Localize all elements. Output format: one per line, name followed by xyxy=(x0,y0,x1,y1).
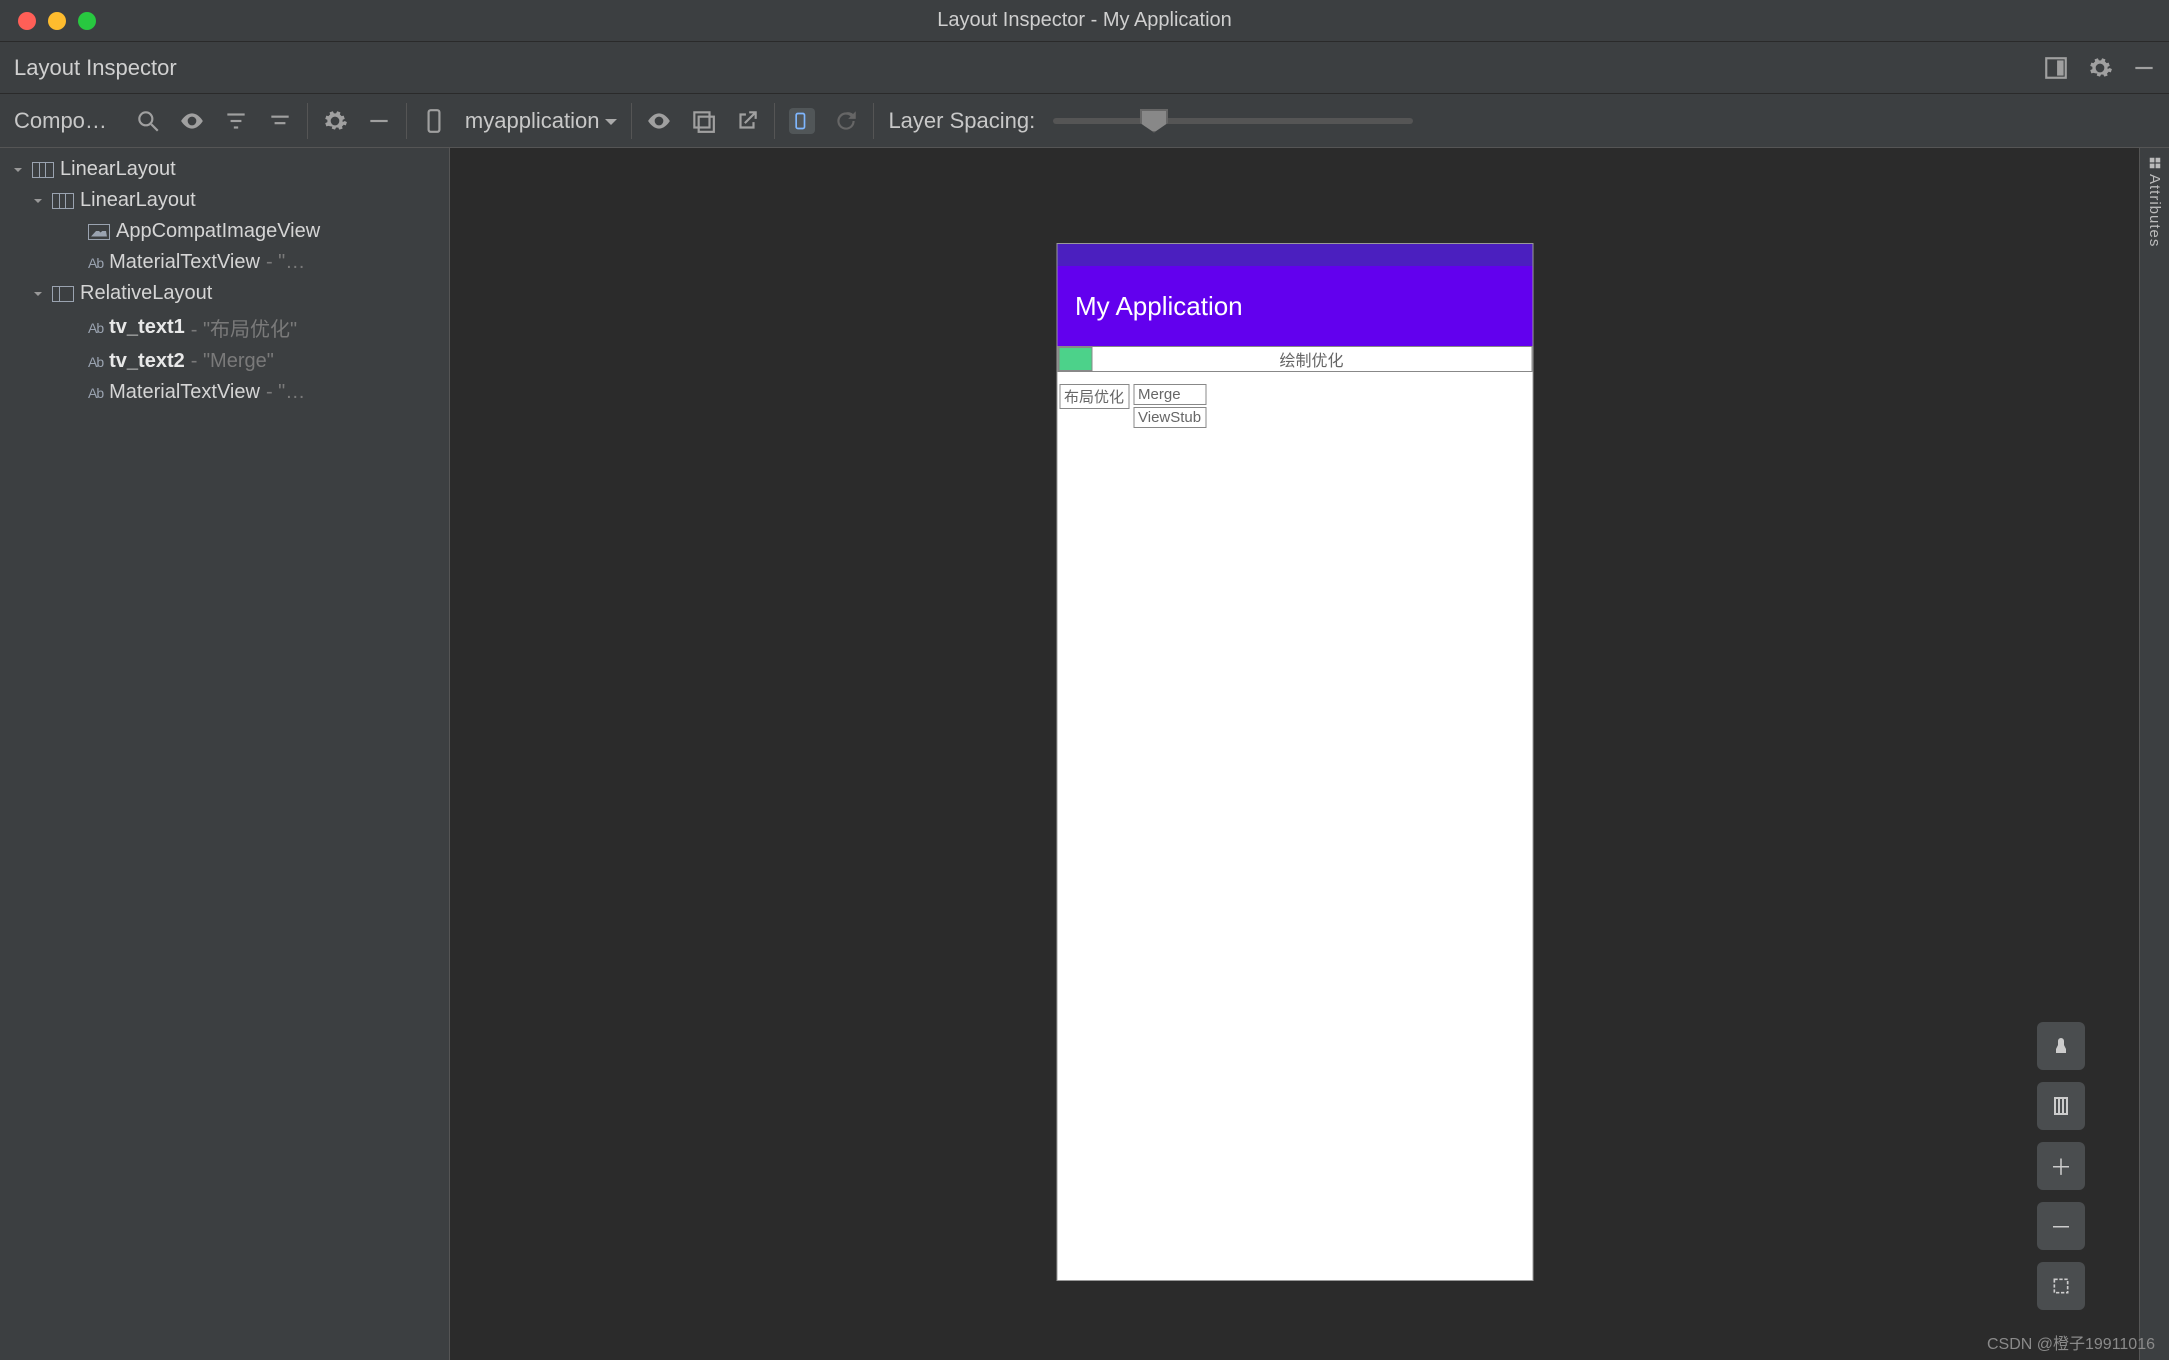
tv-text1-preview: 布局优化 xyxy=(1059,384,1129,409)
filter2-icon[interactable] xyxy=(267,108,293,134)
linearlayout-icon xyxy=(32,162,54,178)
watermark: CSDN @橙子19911016 xyxy=(1987,1330,2155,1354)
collapse-icon[interactable] xyxy=(366,108,392,134)
zoom-fit-button[interactable] xyxy=(2037,1262,2085,1310)
window-controls xyxy=(0,12,96,30)
chevron-down-icon[interactable] xyxy=(10,162,26,178)
tree-node-imageview[interactable]: AppCompatImageView xyxy=(4,216,445,247)
preview-row-2: 布局优化 Merge ViewStub xyxy=(1057,384,1532,428)
tree-node-materialtextview[interactable]: Ab MaterialTextView - "… xyxy=(4,247,445,278)
filter-icon[interactable] xyxy=(223,108,249,134)
layer-spacing-slider[interactable] xyxy=(1053,101,1413,141)
tree-node-linear[interactable]: LinearLayout xyxy=(4,185,445,216)
rotate-3d-button[interactable] xyxy=(2037,1082,2085,1130)
refresh-icon[interactable] xyxy=(833,108,859,134)
tree-node-root[interactable]: LinearLayout xyxy=(4,154,445,185)
eye-icon[interactable] xyxy=(179,108,205,134)
node-label: AppCompatImageView xyxy=(116,220,320,243)
app-bar: My Application xyxy=(1057,266,1532,346)
layer-spacing-label: Layer Spacing: xyxy=(888,108,1035,134)
window-title: Layout Inspector - My Application xyxy=(937,9,1232,32)
text-icon: Ab xyxy=(88,255,103,271)
viewstub-preview: ViewStub xyxy=(1133,407,1206,428)
component-tree-panel: LinearLayout LinearLayout AppCompatImage… xyxy=(0,148,450,1360)
image-icon xyxy=(88,224,110,240)
node-label: LinearLayout xyxy=(60,158,176,181)
device-icon[interactable] xyxy=(421,108,447,134)
layout-canvas[interactable]: My Application 绘制优化 布局优化 Merge ViewStub … xyxy=(450,148,2139,1360)
tool-window-title: Layout Inspector xyxy=(0,55,177,81)
titlebar: Layout Inspector - My Application xyxy=(0,0,2169,42)
tool-window-header: Layout Inspector xyxy=(0,42,2169,94)
linearlayout-icon xyxy=(52,193,74,209)
tree-node-relativelayout[interactable]: RelativeLayout xyxy=(4,278,445,309)
node-label: MaterialTextView xyxy=(109,251,260,274)
app-title: My Application xyxy=(1075,291,1243,322)
gear-icon[interactable] xyxy=(2087,55,2113,81)
close-window-button[interactable] xyxy=(18,12,36,30)
device-preview[interactable]: My Application 绘制优化 布局优化 Merge ViewStub xyxy=(1057,244,1532,1280)
row1-text: 绘制优化 xyxy=(1092,347,1531,371)
node-label: RelativeLayout xyxy=(80,282,212,305)
snapshot-icon[interactable] xyxy=(690,108,716,134)
node-suffix: - "Merge" xyxy=(191,350,274,373)
component-tree-label: Compo… xyxy=(14,108,107,134)
export-icon[interactable] xyxy=(734,108,760,134)
text-icon: Ab xyxy=(88,385,103,401)
chevron-down-icon[interactable] xyxy=(30,193,46,209)
preview-row-1: 绘制优化 xyxy=(1057,346,1532,372)
tv-text2-preview: Merge xyxy=(1133,384,1206,405)
chevron-down-icon[interactable] xyxy=(30,286,46,302)
attributes-icon xyxy=(2148,156,2162,170)
node-suffix: - "布局优化" xyxy=(191,313,297,342)
node-label: LinearLayout xyxy=(80,189,196,212)
text-icon: Ab xyxy=(88,320,103,336)
attributes-label: Attributes xyxy=(2146,174,2163,247)
node-label: tv_text1 xyxy=(109,316,185,339)
process-dropdown[interactable]: myapplication xyxy=(465,108,618,134)
node-label: tv_text2 xyxy=(109,350,185,373)
tree-node-tv-text1[interactable]: Ab tv_text1 - "布局优化" xyxy=(4,309,445,346)
text-icon: Ab xyxy=(88,354,103,370)
zoom-out-button[interactable]: － xyxy=(2037,1202,2085,1250)
node-label: MaterialTextView xyxy=(109,381,260,404)
green-square xyxy=(1058,347,1092,371)
layout-bounds-icon[interactable] xyxy=(789,108,815,134)
node-suffix: - "… xyxy=(266,381,305,404)
status-bar xyxy=(1057,244,1532,266)
tree-node-tv-text2[interactable]: Ab tv_text2 - "Merge" xyxy=(4,346,445,377)
tree-node-materialtextview-2[interactable]: Ab MaterialTextView - "… xyxy=(4,377,445,408)
dock-icon[interactable] xyxy=(2043,55,2069,81)
slider-thumb[interactable] xyxy=(1140,109,1168,133)
node-suffix: - "… xyxy=(266,251,305,274)
maximize-window-button[interactable] xyxy=(78,12,96,30)
live-icon[interactable] xyxy=(646,108,672,134)
minimize-window-button[interactable] xyxy=(48,12,66,30)
search-icon[interactable] xyxy=(135,108,161,134)
settings-icon[interactable] xyxy=(322,108,348,134)
view-controls: ＋ － xyxy=(2037,1022,2085,1310)
inspector-toolbar: Compo… myapplication Layer Spacing: xyxy=(0,94,2169,148)
zoom-in-button[interactable]: ＋ xyxy=(2037,1142,2085,1190)
minimize-panel-icon[interactable] xyxy=(2131,55,2157,81)
pan-button[interactable] xyxy=(2037,1022,2085,1070)
relativelayout-icon xyxy=(52,286,74,302)
attributes-rail[interactable]: Attributes xyxy=(2139,148,2169,1360)
